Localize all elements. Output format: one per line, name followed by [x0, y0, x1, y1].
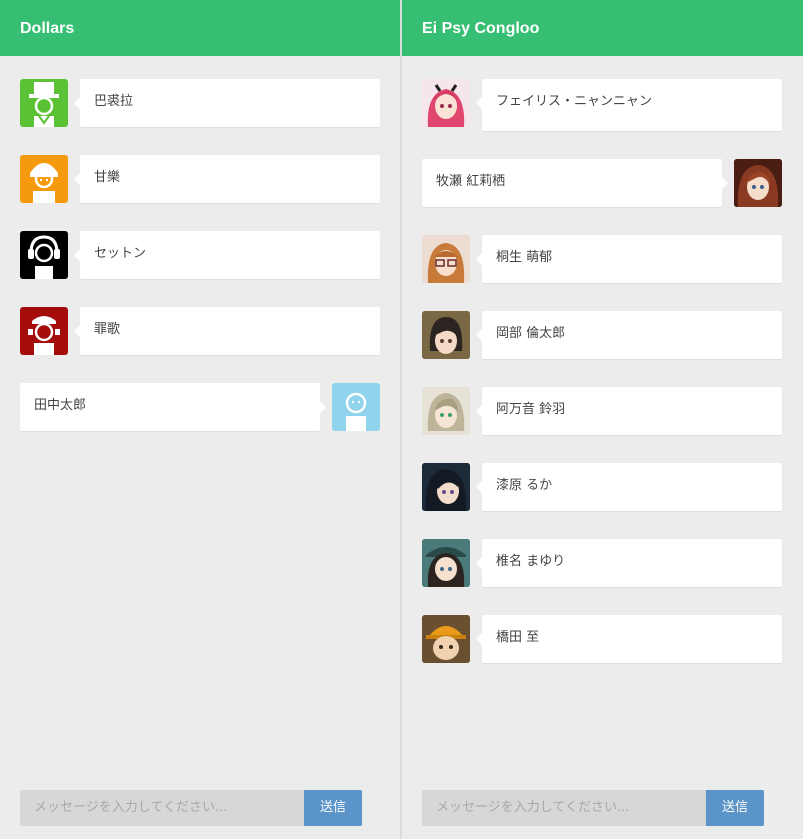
- message-bubble: 橋田 至: [476, 615, 782, 663]
- message-bubble: 岡部 倫太郎: [476, 311, 782, 359]
- chat-message: 桐生 萌郁: [402, 235, 802, 283]
- chat-message: 岡部 倫太郎: [402, 311, 802, 359]
- send-button[interactable]: 送信: [304, 790, 362, 826]
- chat-message-own: 田中太郎: [20, 383, 380, 431]
- dark-hair-portrait-icon[interactable]: [422, 311, 470, 359]
- chat-message: 椎名 まゆり: [402, 539, 802, 587]
- chat-message: 漆原 るか: [402, 463, 802, 511]
- message-bubble: 牧瀬 紅莉栖: [422, 159, 728, 207]
- red-hair-portrait-icon[interactable]: [734, 159, 782, 207]
- chat-message: 阿万音 鈴羽: [402, 387, 802, 435]
- hat-girl-portrait-icon[interactable]: [422, 539, 470, 587]
- chat-message: 橋田 至: [402, 615, 802, 663]
- girl-person-icon[interactable]: [20, 155, 68, 203]
- message-bubble: 巴裘拉: [74, 79, 380, 127]
- message-input[interactable]: [422, 790, 706, 826]
- message-bubble: 阿万音 鈴羽: [476, 387, 782, 435]
- pink-hair-portrait-icon[interactable]: [422, 79, 470, 127]
- message-bubble: フェイリス・ニャンニャン: [476, 79, 782, 131]
- maid-person-icon[interactable]: [20, 307, 68, 355]
- chat-message: フェイリス・ニャンニャン: [402, 79, 802, 131]
- message-bubble: 漆原 るか: [476, 463, 782, 511]
- panel-title: Ei Psy Congloo: [402, 0, 803, 56]
- chat-message: セットン: [0, 231, 400, 279]
- top-hat-person-icon[interactable]: [20, 79, 68, 127]
- message-bubble: セットン: [74, 231, 380, 279]
- headphones-person-icon[interactable]: [20, 231, 68, 279]
- chat-panel-ei-psy-congloo: Ei Psy Congloo フェイリス・ニャンニャン 牧瀬 紅莉栖 桐生 萌郁…: [402, 0, 803, 839]
- plain-person-icon[interactable]: [332, 383, 380, 431]
- message-bubble: 椎名 まゆり: [476, 539, 782, 587]
- chat-message-own: 牧瀬 紅莉栖: [422, 159, 782, 207]
- glasses-portrait-icon[interactable]: [422, 235, 470, 283]
- message-bubble: 田中太郎: [20, 383, 326, 431]
- black-hair-portrait-icon[interactable]: [422, 463, 470, 511]
- chat-message: 巴裘拉: [0, 79, 400, 127]
- message-bubble: 甘樂: [74, 155, 380, 203]
- chat-message: 罪歌: [0, 307, 400, 355]
- panel-title: Dollars: [0, 0, 400, 56]
- send-button[interactable]: 送信: [706, 790, 764, 826]
- chat-message: 甘樂: [0, 155, 400, 203]
- message-bubble: 罪歌: [74, 307, 380, 355]
- cap-portrait-icon[interactable]: [422, 615, 470, 663]
- message-input[interactable]: [20, 790, 304, 826]
- message-bubble: 桐生 萌郁: [476, 235, 782, 283]
- beige-hair-portrait-icon[interactable]: [422, 387, 470, 435]
- chat-panel-dollars: Dollars 巴裘拉 甘樂 セットン 罪歌 田中太郎 メッセージを入力してくだ…: [0, 0, 400, 839]
